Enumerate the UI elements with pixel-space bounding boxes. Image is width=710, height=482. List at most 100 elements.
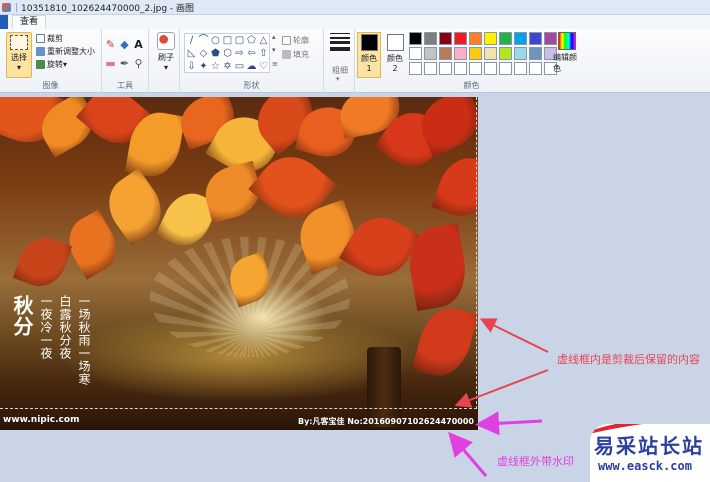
palette-color-swatch[interactable]: [484, 47, 497, 60]
palette-color-swatch[interactable]: [424, 62, 437, 75]
gallery-expand-icon[interactable]: ≡: [272, 60, 278, 68]
pentagon-shape-icon[interactable]: ⬟: [210, 48, 221, 59]
outline-icon: [282, 36, 291, 45]
palette-color-swatch[interactable]: [409, 47, 422, 60]
arrow-left-shape-icon[interactable]: ⇦: [246, 48, 257, 59]
diamond-shape-icon[interactable]: ◇: [198, 48, 209, 59]
resize-label: 重新调整大小: [47, 47, 95, 56]
arrow-to-crop-top: [479, 318, 549, 353]
chevron-down-icon: ▾: [16, 63, 21, 72]
triangle-shape-icon[interactable]: △: [258, 35, 269, 46]
cloud-shape-icon[interactable]: ☁: [246, 61, 257, 72]
palette-color-swatch[interactable]: [529, 32, 542, 45]
edit-colors-button[interactable]: 编辑颜色: [553, 32, 581, 74]
line-thickness-icon[interactable]: [330, 33, 350, 51]
color2-button[interactable]: 颜色 2: [383, 32, 407, 78]
right-triangle-shape-icon[interactable]: ◺: [186, 48, 197, 59]
text-tool-icon[interactable]: A: [132, 38, 145, 51]
paint-app-icon[interactable]: [2, 2, 11, 12]
brush-button[interactable]: 刷子 ▾: [155, 32, 177, 78]
crop-button[interactable]: 裁剪: [36, 33, 63, 44]
rotate-button[interactable]: 旋转 ▾: [36, 59, 67, 70]
palette-color-swatch[interactable]: [469, 47, 482, 60]
size-label: 粗细: [332, 66, 348, 75]
palette-color-swatch[interactable]: [439, 62, 452, 75]
fill-icon: [282, 50, 291, 59]
select-button[interactable]: 选择 ▾: [6, 32, 32, 78]
arrow-to-watermark-bottom: [448, 431, 488, 477]
arrow-up-shape-icon[interactable]: ⇧: [258, 48, 269, 59]
logo-url: www.easck.com: [598, 459, 692, 473]
star4-shape-icon[interactable]: ✦: [198, 61, 209, 72]
palette-color-swatch[interactable]: [409, 32, 422, 45]
palette-color-swatch[interactable]: [499, 47, 512, 60]
file-menu-tab[interactable]: [0, 15, 8, 29]
ribbon: 选择 ▾ 裁剪 重新调整大小 旋转 ▾ 图像 ✎ ◆ A ▬ ✒ ⚲ 工具 刷子: [0, 29, 710, 93]
rotate-label: 旋转: [47, 60, 63, 69]
palette-color-swatch[interactable]: [439, 32, 452, 45]
fill-bucket-icon[interactable]: ◆: [118, 38, 131, 51]
chevron-down-icon: ▾: [63, 60, 68, 69]
star5-shape-icon[interactable]: ☆: [210, 61, 221, 72]
chevron-up-icon[interactable]: ▴: [272, 33, 276, 41]
heart-shape-icon[interactable]: ♡: [258, 61, 269, 72]
shapes-group-label: 形状: [243, 81, 260, 90]
palette-color-swatch[interactable]: [409, 62, 422, 75]
palette-color-swatch[interactable]: [514, 47, 527, 60]
arrow-right-shape-icon[interactable]: ⇨: [234, 48, 245, 59]
palette-color-swatch[interactable]: [454, 47, 467, 60]
brush-label: 刷子: [158, 53, 174, 62]
color1-label: 颜色 1: [361, 54, 377, 73]
pencil-icon[interactable]: ✎: [104, 38, 117, 51]
palette-color-swatch[interactable]: [529, 62, 542, 75]
tab-view[interactable]: 查看: [12, 15, 47, 29]
palette-color-swatch[interactable]: [514, 62, 527, 75]
palette-color-swatch[interactable]: [484, 62, 497, 75]
title-separator: [16, 2, 17, 12]
curve-shape-icon[interactable]: ∕: [186, 35, 197, 46]
fill-label: 填充: [293, 50, 309, 59]
palette-color-swatch[interactable]: [529, 47, 542, 60]
chevron-down-icon[interactable]: ▾: [272, 46, 276, 54]
edit-colors-icon: [558, 32, 576, 50]
palette-color-swatch[interactable]: [454, 32, 467, 45]
palette-color-swatch[interactable]: [499, 62, 512, 75]
color1-button[interactable]: 颜色 1: [357, 32, 381, 78]
color-palette: [409, 32, 558, 76]
brush-group: 刷子 ▾: [149, 29, 180, 93]
image-group: 选择 ▾ 裁剪 重新调整大小 旋转 ▾ 图像: [0, 29, 102, 93]
color-picker-icon[interactable]: ✒: [118, 57, 131, 70]
select-label: 选择: [11, 53, 27, 62]
palette-color-swatch[interactable]: [514, 32, 527, 45]
star6-shape-icon[interactable]: ✡: [222, 61, 233, 72]
color2-label: 颜色 2: [387, 54, 403, 73]
palette-color-swatch[interactable]: [424, 47, 437, 60]
poem-column: 白露秋分夜: [58, 295, 72, 360]
rounded-rect-shape-icon[interactable]: ▢: [234, 35, 245, 46]
arrow-down-shape-icon[interactable]: ⇩: [186, 61, 197, 72]
oval-shape-icon[interactable]: ○: [210, 35, 221, 46]
polygon-shape-icon[interactable]: ⬠: [246, 35, 257, 46]
rectangle-shape-icon[interactable]: □: [222, 35, 233, 46]
magnifier-icon[interactable]: ⚲: [132, 57, 145, 70]
palette-color-swatch[interactable]: [469, 62, 482, 75]
image-group-label: 图像: [42, 81, 59, 90]
line-shape-icon[interactable]: ⌒: [198, 35, 209, 46]
fill-button[interactable]: 填充: [282, 49, 309, 60]
color1-swatch: [360, 34, 378, 51]
palette-color-swatch[interactable]: [499, 32, 512, 45]
callout-shape-icon[interactable]: ▭: [234, 61, 245, 72]
annotation-inside-crop: 虚线框内是剪裁后保留的内容: [557, 353, 700, 366]
resize-button[interactable]: 重新调整大小: [36, 46, 95, 57]
palette-color-swatch[interactable]: [484, 32, 497, 45]
hexagon-shape-icon[interactable]: ⬡: [222, 48, 233, 59]
tools-group-label: 工具: [117, 81, 133, 90]
outline-button[interactable]: 轮廓: [282, 35, 309, 46]
palette-color-swatch[interactable]: [439, 47, 452, 60]
palette-color-swatch[interactable]: [469, 32, 482, 45]
palette-color-swatch[interactable]: [454, 62, 467, 75]
paint-canvas[interactable]: 一场秋雨一场寒 白露秋分夜 一夜冷一夜 秋分 www.nipic.com By:…: [0, 97, 478, 430]
brush-icon: [157, 32, 175, 50]
eraser-icon[interactable]: ▬: [104, 57, 117, 70]
palette-color-swatch[interactable]: [424, 32, 437, 45]
